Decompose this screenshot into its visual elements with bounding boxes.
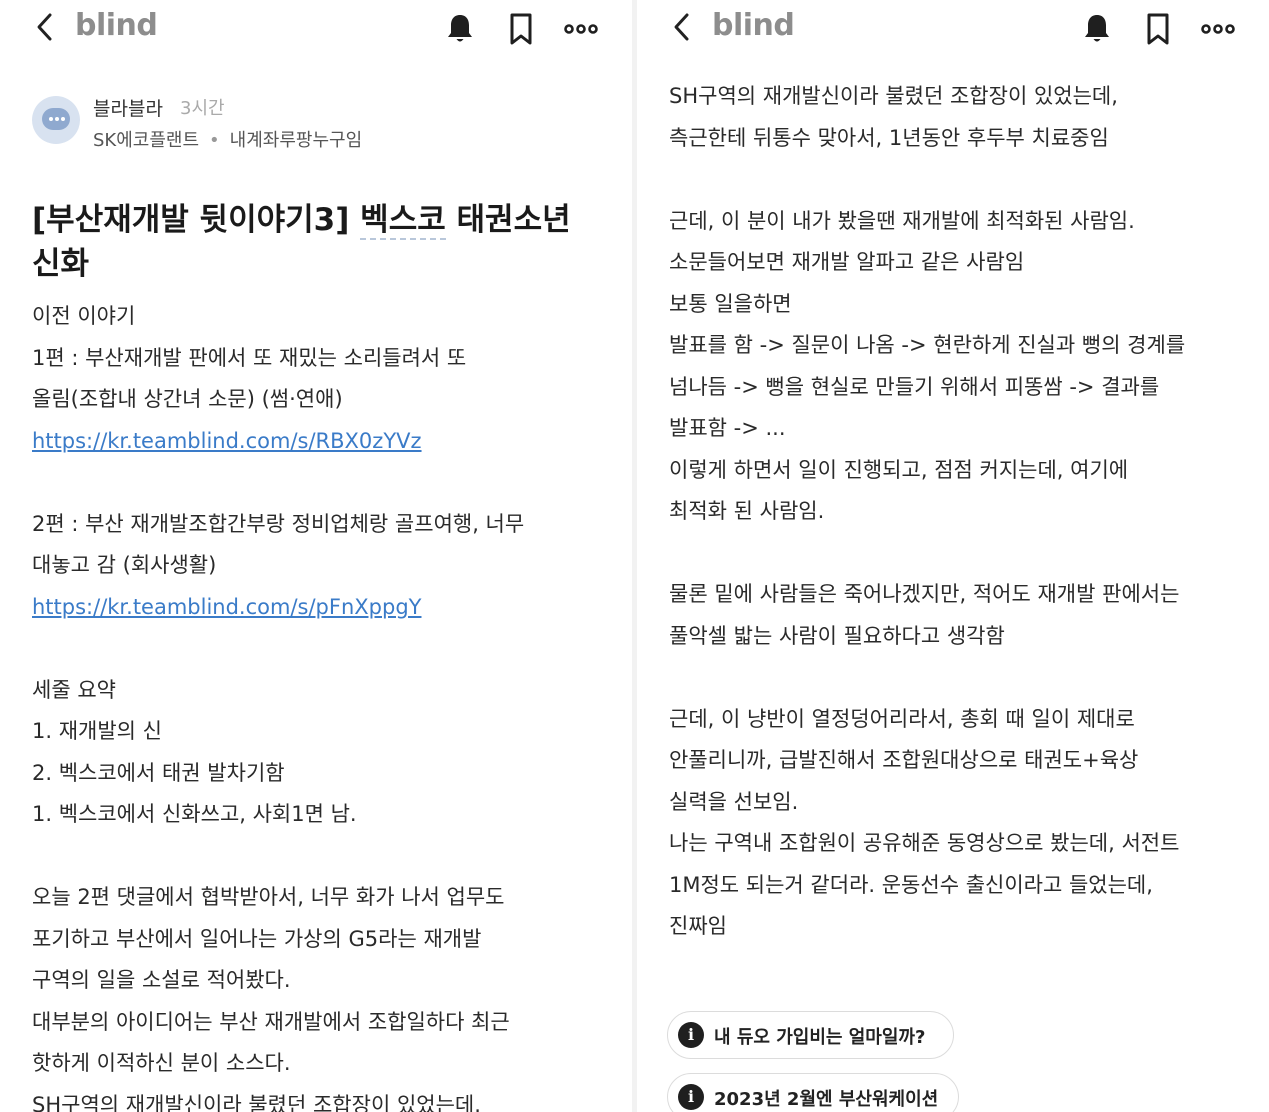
body-line: SH구역의 재개발신이라 불렸던 조합장이 있었는데, (669, 84, 1118, 108)
bell-icon[interactable] (443, 12, 477, 46)
bookmark-icon[interactable] (504, 12, 538, 46)
body-line: 이렇게 하면서 일이 진행되고, 점점 커지는데, 여기에 (669, 457, 1129, 482)
body-line: 근데, 이 냥반이 열정덩어리라서, 총회 때 일이 제대로 (669, 706, 1135, 731)
body-line: 구역의 일을 소설로 적어봤다. (32, 968, 291, 992)
body-line: 올림(조합내 상간녀 소문) (썸·연애) (32, 387, 343, 411)
post-link[interactable]: https://kr.teamblind.com/s/RBX0zYVz (32, 421, 622, 463)
chip-label: 내 듀오 가입비는 얼마일까? (714, 1027, 926, 1048)
avatar[interactable] (32, 96, 80, 144)
author-meta: SK에코플랜트 • 내계좌루팡누구임 (93, 126, 362, 152)
left-pane: blind 블라블라 3시간 SK에코플랜트 • 내계좌루팡누구임 [부산재개발… (0, 0, 632, 1112)
author-company[interactable]: SK에코플랜트 (93, 130, 199, 151)
body-line: 대부분의 아이디어는 부산 재개발에서 조합일하다 최근 (32, 1009, 510, 1034)
body-line: 세줄 요약 (32, 677, 116, 702)
body-line: 소문들어보면 재개발 알파고 같은 사람임 (669, 250, 1025, 274)
info-icon: i (678, 1022, 704, 1048)
top-bar: blind (637, 0, 1269, 58)
body-line: 포기하고 부산에서 일어나는 가상의 G5라는 재개발 (32, 926, 482, 951)
title-part-1: [부산재개발 뒷이야기3] (32, 202, 361, 238)
post-body: 이전 이야기 1편 : 부산재개발 판에서 또 재밌는 소리들려서 또 올림(조… (32, 296, 622, 1112)
meta-separator: • (209, 130, 220, 151)
body-line: 물론 밑에 사람들은 죽어나겠지만, 적어도 재개발 판에서는 (669, 582, 1180, 606)
body-line: 1편 : 부산재개발 판에서 또 재밌는 소리들려서 또 (32, 345, 467, 370)
post-body: SH구역의 재개발신이라 불렸던 조합장이 있었는데, 측근한테 뒤통수 맞아서… (669, 76, 1265, 948)
author-name[interactable]: 블라블라 (93, 94, 163, 121)
blind-logo: blind (75, 8, 158, 43)
body-line: 핫하게 이적하신 분이 소스다. (32, 1051, 291, 1075)
body-line: 1. 재개발의 신 (32, 719, 162, 743)
body-line: 1M정도 되는거 같더라. 운동선수 출신이라고 들었는데, (669, 872, 1153, 897)
body-line: 보통 일을하면 (669, 291, 792, 316)
body-line: 나는 구역내 조합원이 공유해준 동영상으로 봤는데, 서전트 (669, 831, 1180, 855)
body-line: 대놓고 감 (회사생활) (32, 553, 217, 577)
title-part-2: 태권소년 (445, 202, 571, 238)
body-line: 2편 : 부산 재개발조합간부랑 정비업체랑 골프여행, 너무 (32, 511, 525, 536)
top-bar: blind (0, 0, 632, 58)
bell-icon[interactable] (1080, 12, 1114, 46)
body-line: 발표를 함 -> 질문이 나옴 -> 현란하게 진실과 뻥의 경계를 (669, 333, 1186, 357)
title-part-3: 신화 (32, 246, 90, 282)
dots-icon (49, 117, 65, 121)
author-nickname: 내계좌루팡누구임 (229, 130, 363, 151)
body-line: 진짜임 (669, 914, 727, 938)
right-pane: blind SH구역의 재개발신이라 불렸던 조합장이 있었는데, 측근한테 뒤… (637, 0, 1269, 1112)
body-line: 오늘 2편 댓글에서 협박받아서, 너무 화가 나서 업무도 (32, 885, 505, 909)
body-line: 최적화 된 사람임. (669, 499, 825, 523)
blind-logo: blind (712, 8, 795, 43)
post-link[interactable]: https://kr.teamblind.com/s/pFnXppgY (32, 587, 622, 629)
split-screenshot: blind 블라블라 3시간 SK에코플랜트 • 내계좌루팡누구임 [부산재개발… (0, 0, 1269, 1112)
more-icon[interactable] (1201, 12, 1235, 46)
post-title: [부산재개발 뒷이야기3] 벡스코 태권소년 신화 (32, 198, 602, 286)
post-time: 3시간 (180, 98, 225, 119)
bookmark-icon[interactable] (1141, 12, 1175, 46)
body-line: 1. 벡스코에서 신화쓰고, 사회1면 남. (32, 802, 357, 826)
chip-label: 2023년 2월엔 부산워케이션 (714, 1089, 939, 1110)
more-icon[interactable] (564, 12, 598, 46)
body-line: SH구역의 재개발신이라 불렸던 조합장이 있었는데. (32, 1092, 481, 1112)
body-line: 이전 이야기 (32, 304, 136, 328)
related-chip-duo[interactable]: i 내 듀오 가입비는 얼마일까? (667, 1011, 954, 1059)
body-line: 근데, 이 분이 내가 봤을땐 재개발에 최적화된 사람임. (669, 208, 1135, 233)
info-icon: i (678, 1084, 704, 1110)
back-arrow-icon[interactable] (667, 10, 697, 44)
body-line: 안풀리니까, 급발진해서 조합원대상으로 태권도+육상 (669, 748, 1139, 772)
body-line: 발표함 -> ... (669, 416, 786, 440)
related-chip-workation[interactable]: i 2023년 2월엔 부산워케이션 (667, 1073, 959, 1112)
body-line: 측근한테 뒤통수 맞아서, 1년동안 후두부 치료중임 (669, 125, 1109, 150)
body-line: 풀악셀 밟는 사람이 필요하다고 생각함 (669, 623, 1005, 648)
body-line: 실력을 선보임. (669, 789, 799, 814)
title-keyword-link[interactable]: 벡스코 (360, 202, 446, 240)
back-arrow-icon[interactable] (30, 10, 60, 44)
body-line: 2. 벡스코에서 태권 발차기함 (32, 760, 285, 785)
body-line: 넘나듬 -> 뻥을 현실로 만들기 위해서 피똥쌈 -> 결과를 (669, 374, 1160, 399)
